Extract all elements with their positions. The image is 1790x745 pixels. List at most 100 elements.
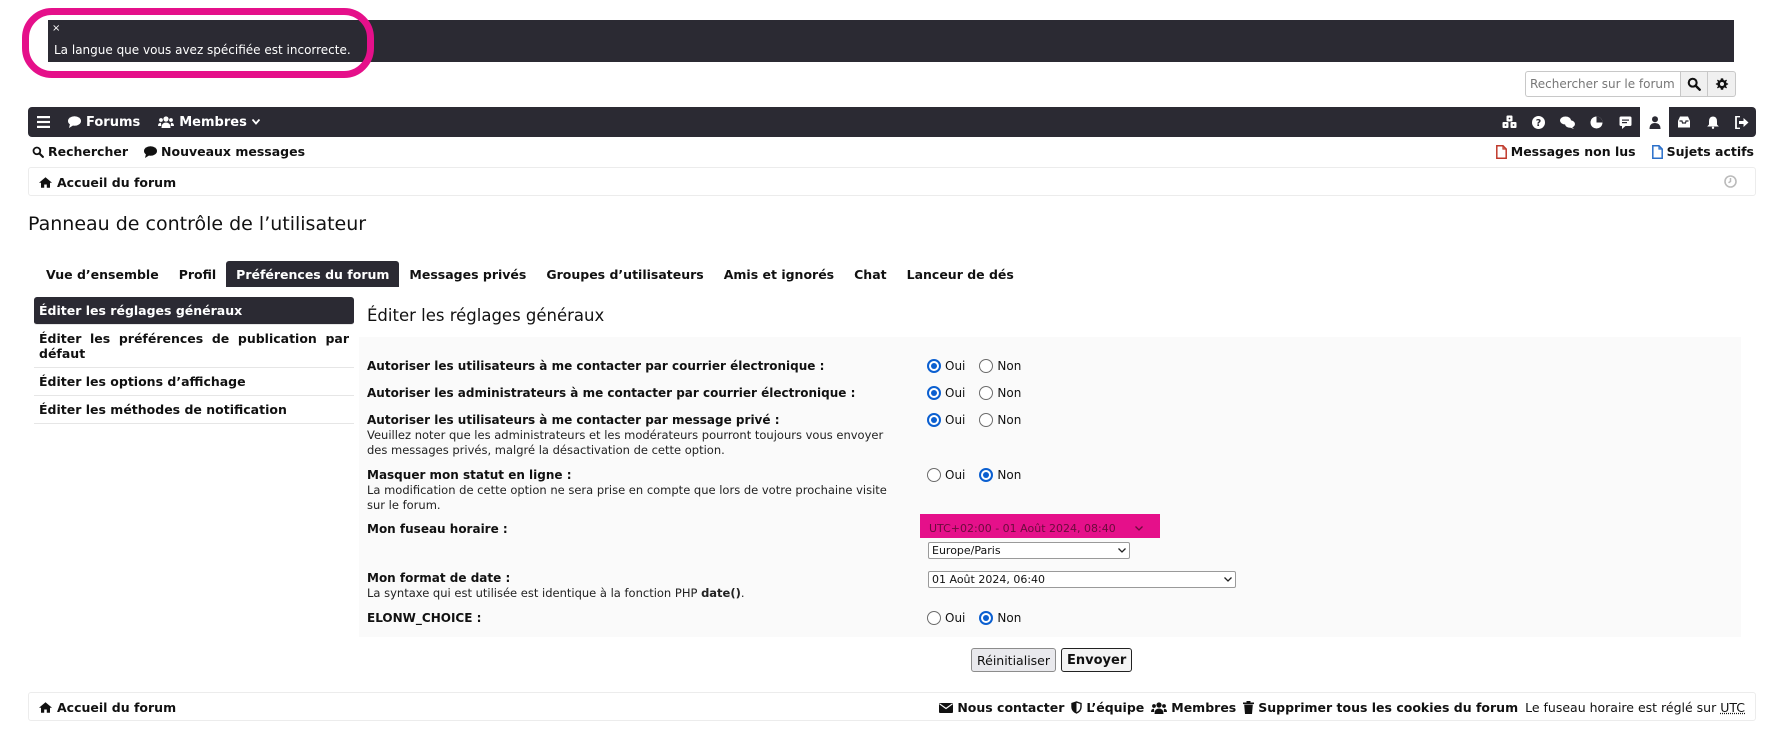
active-topics-link[interactable]: Sujets actifs xyxy=(1651,144,1754,159)
timezone-value: Europe/Paris xyxy=(932,544,1001,557)
nav-user-profile[interactable] xyxy=(1640,107,1669,137)
radio-yes[interactable] xyxy=(927,468,941,482)
pie-chart-icon xyxy=(1590,116,1603,129)
date-format-select[interactable]: 01 Août 2024, 06:40 xyxy=(928,571,1236,588)
radio-yes[interactable] xyxy=(927,359,941,373)
cubes-icon xyxy=(1502,115,1517,129)
nav-members[interactable]: Membres xyxy=(149,115,269,130)
radio-yes[interactable] xyxy=(927,611,941,625)
sidebar-item-display-options[interactable]: Éditer les options d’affichage xyxy=(34,368,354,396)
search-icon xyxy=(32,146,44,158)
timezone-select[interactable]: Europe/Paris xyxy=(928,542,1130,559)
setting-label: Autoriser les administrateurs à me conta… xyxy=(367,386,856,400)
setting-label: Masquer mon statut en ligne : xyxy=(367,468,572,482)
nav-forums-label: Forums xyxy=(86,114,141,130)
setting-label: Autoriser les utilisateurs à me contacte… xyxy=(367,359,825,373)
nav-messages-box[interactable] xyxy=(1611,107,1640,137)
team-label: L’équipe xyxy=(1086,700,1145,715)
close-icon[interactable]: × xyxy=(52,24,60,34)
search-link[interactable]: Rechercher xyxy=(32,144,128,159)
members-link[interactable]: Membres xyxy=(1151,700,1236,715)
new-posts-link[interactable]: Nouveaux messages xyxy=(144,144,305,159)
radio-no[interactable] xyxy=(979,386,994,400)
breadcrumb-home-label: Accueil du forum xyxy=(57,175,177,190)
timezone-offset-select[interactable]: UTC+02:00 - 01 Août 2024, 08:40 xyxy=(926,521,1146,536)
tab-usergroups[interactable]: Groupes d’utilisateurs xyxy=(536,261,713,287)
contact-link[interactable]: Nous contacter xyxy=(939,700,1064,715)
radio-no[interactable] xyxy=(979,413,994,427)
delete-cookies-link[interactable]: Supprimer tous les cookies du forum xyxy=(1243,700,1518,715)
sidebar-item-posting-defaults[interactable]: Éditer les préférences de publication pa… xyxy=(34,325,354,368)
radio-yes-label: Oui xyxy=(945,611,966,625)
nav-forums[interactable]: Forums xyxy=(59,115,149,130)
radio-no[interactable] xyxy=(979,468,994,482)
php-function-code: date() xyxy=(701,586,741,600)
chevron-down-icon xyxy=(1135,526,1143,531)
radio-no-label: Non xyxy=(997,468,1022,482)
page-title: Panneau de contrôle de l’utilisateur xyxy=(28,213,367,235)
tab-overview[interactable]: Vue d’ensemble xyxy=(36,261,169,287)
unread-posts-link[interactable]: Messages non lus xyxy=(1495,144,1636,159)
nav-stats[interactable] xyxy=(1582,107,1611,137)
nav-logout[interactable] xyxy=(1727,107,1756,137)
comment-icon xyxy=(144,145,158,158)
chevron-down-icon xyxy=(1118,548,1126,553)
radio-yes[interactable] xyxy=(927,413,941,427)
breadcrumb: Accueil du forum xyxy=(28,167,1756,196)
tab-chat[interactable]: Chat xyxy=(844,261,896,287)
members-label: Membres xyxy=(1171,700,1237,715)
radio-no[interactable] xyxy=(979,611,994,625)
file-blue-icon xyxy=(1651,144,1663,159)
nav-dice[interactable] xyxy=(1495,107,1524,137)
quick-links-menu[interactable] xyxy=(28,116,59,128)
date-format-value: 01 Août 2024, 06:40 xyxy=(932,573,1046,586)
setting-label: Autoriser les utilisateurs à me contacte… xyxy=(367,413,780,427)
advanced-search-button[interactable] xyxy=(1708,71,1736,97)
comment-icon xyxy=(68,116,81,128)
footer-home-link[interactable]: Accueil du forum xyxy=(39,700,176,715)
question-icon: ? xyxy=(1532,115,1545,129)
nav-chat[interactable] xyxy=(1553,107,1582,137)
breadcrumb-home[interactable]: Accueil du forum xyxy=(39,175,176,190)
footer-navbar: Accueil du forum Nous contacter L’équipe… xyxy=(28,692,1756,721)
nav-faq[interactable]: ? xyxy=(1524,107,1553,137)
tab-board-preferences[interactable]: Préférences du forum xyxy=(226,261,400,287)
setting-description: La modification de cette option ne sera … xyxy=(367,483,887,512)
caret-down-icon xyxy=(251,119,260,125)
tab-friends-foes[interactable]: Amis et ignorés xyxy=(714,261,844,287)
footer-home-label: Accueil du forum xyxy=(57,700,177,715)
user-icon xyxy=(1649,115,1661,129)
users-icon xyxy=(158,116,175,128)
timezone-offset-value: UTC+02:00 - 01 Août 2024, 08:40 xyxy=(929,522,1116,535)
timezone-note-text: Le fuseau horaire est réglé sur xyxy=(1525,700,1721,715)
timezone-abbr: UTC xyxy=(1720,700,1745,715)
setting-label: Mon format de date : xyxy=(367,571,511,585)
trash-icon xyxy=(1243,701,1255,714)
chat-box-icon xyxy=(1619,116,1632,129)
nav-inbox[interactable] xyxy=(1669,107,1698,137)
sidebar-item-notification-methods[interactable]: Éditer les méthodes de notification xyxy=(34,396,354,424)
svg-text:?: ? xyxy=(1536,118,1542,129)
error-message: La langue que vous avez spécifiée est in… xyxy=(54,43,351,57)
inbox-icon xyxy=(1677,116,1691,128)
users-icon xyxy=(1151,701,1168,714)
radio-yes[interactable] xyxy=(927,386,941,400)
forum-search xyxy=(1525,71,1736,97)
radio-yes-label: Oui xyxy=(945,359,966,373)
tab-dice-roller[interactable]: Lanceur de dés xyxy=(897,261,1024,287)
file-red-icon xyxy=(1495,144,1507,159)
sidebar-item-general-settings[interactable]: Éditer les réglages généraux xyxy=(34,297,354,325)
tab-private-messages[interactable]: Messages privés xyxy=(399,261,536,287)
tab-profile[interactable]: Profil xyxy=(169,261,226,287)
nav-notifications[interactable] xyxy=(1698,107,1727,137)
search-input[interactable] xyxy=(1525,71,1680,97)
team-link[interactable]: L’équipe xyxy=(1071,700,1144,715)
panel-header: Éditer les réglages généraux xyxy=(359,297,1741,337)
timezone-note: Le fuseau horaire est réglé sur UTC xyxy=(1525,700,1745,715)
delete-cookies-label: Supprimer tous les cookies du forum xyxy=(1258,700,1519,715)
gear-icon xyxy=(1715,77,1729,91)
submit-button[interactable]: Envoyer xyxy=(1061,648,1133,672)
radio-no[interactable] xyxy=(979,359,994,373)
reset-button[interactable]: Réinitialiser xyxy=(971,648,1057,672)
search-button[interactable] xyxy=(1680,71,1708,97)
